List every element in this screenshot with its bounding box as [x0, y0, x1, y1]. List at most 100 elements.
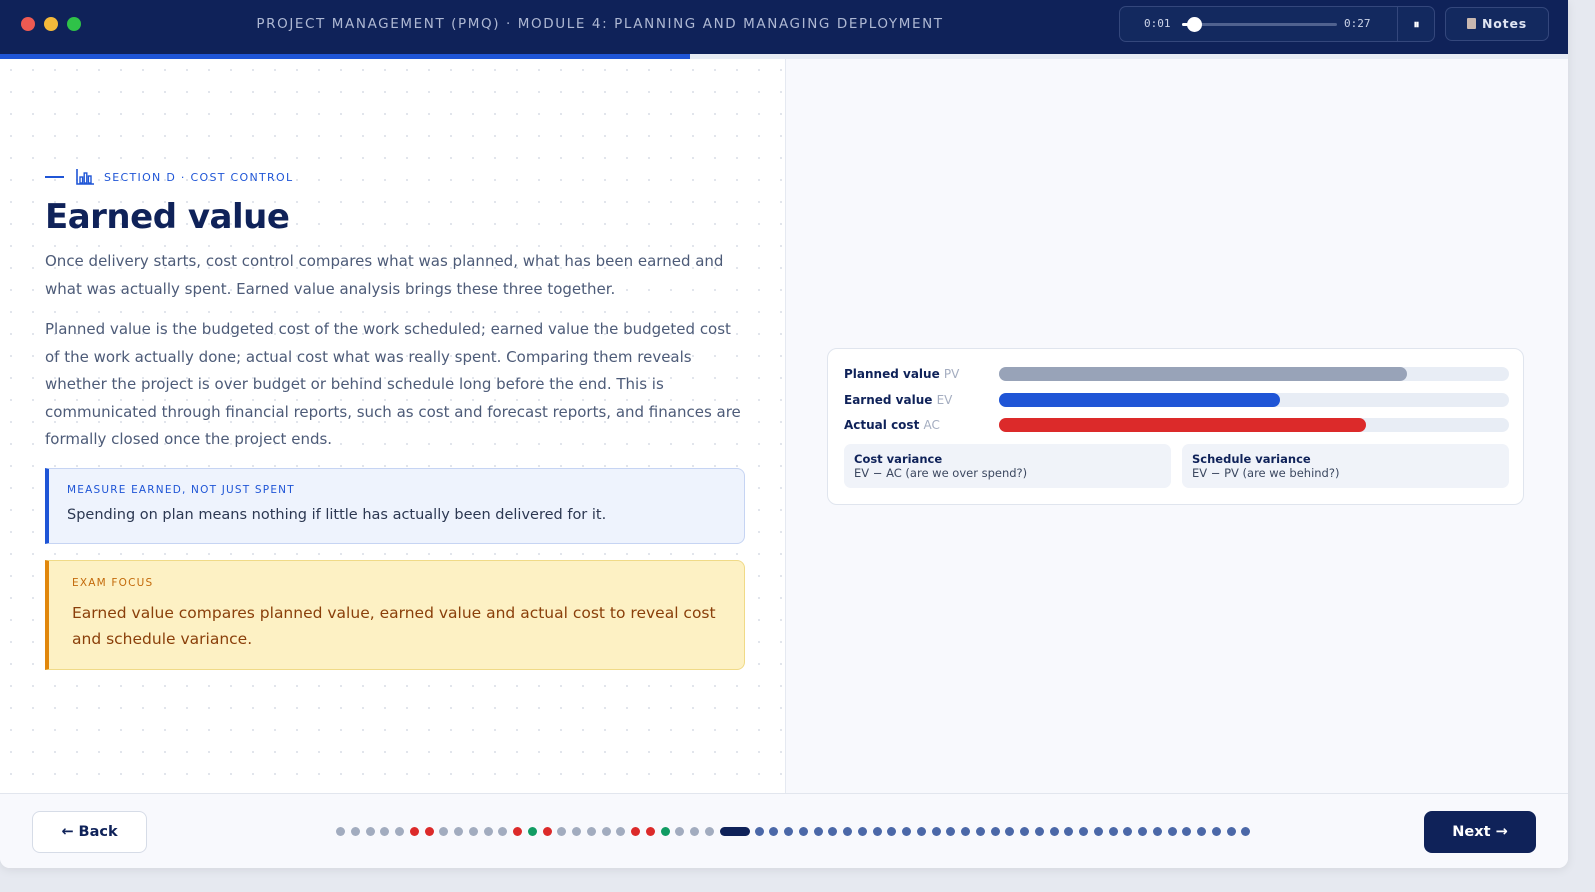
- pager-dot[interactable]: [631, 827, 640, 836]
- pager-dot[interactable]: [395, 827, 404, 836]
- notes-button[interactable]: Notes: [1445, 7, 1549, 41]
- exam-focus-text: Earned value compares planned value, ear…: [72, 604, 716, 648]
- audio-scrubber-track[interactable]: [1182, 23, 1337, 26]
- bar-chart-icon: [76, 169, 94, 185]
- pager-dot[interactable]: [1108, 827, 1118, 836]
- pager-dot[interactable]: [409, 827, 419, 836]
- bar-label-planned-value: Planned value PV: [844, 366, 959, 382]
- body-paragraph: Planned value is the budgeted cost of th…: [45, 320, 741, 448]
- pager-dot[interactable]: [365, 827, 375, 836]
- pager-dot[interactable]: [601, 827, 611, 836]
- pager-dot[interactable]: [1241, 827, 1251, 836]
- total-time: 0:27: [1344, 17, 1371, 30]
- next-button[interactable]: Next →: [1424, 811, 1536, 853]
- pager-dot[interactable]: [1005, 827, 1015, 836]
- pager-dot[interactable]: [931, 827, 941, 836]
- pager-dot[interactable]: [961, 827, 970, 836]
- pager-dot-current[interactable]: [719, 827, 750, 836]
- pause-icon: ⏸: [1413, 17, 1420, 31]
- pager-dot[interactable]: [527, 827, 537, 836]
- pager-dot[interactable]: [887, 827, 897, 836]
- bar-label-earned-value: Earned value EV: [844, 392, 952, 408]
- pager-dot[interactable]: [616, 827, 626, 836]
- pager-dot[interactable]: [843, 827, 852, 836]
- pager-dot[interactable]: [872, 827, 882, 836]
- app-window: Project Management (PMQ) · Module 4: Pla…: [0, 0, 1568, 868]
- bar-row-planned-value: Planned value PV: [844, 366, 1509, 382]
- lesson-content-panel: Section D · Cost control Earned value On…: [0, 59, 785, 793]
- pager-dot[interactable]: [1034, 827, 1044, 836]
- bar-abbreviation: EV: [936, 393, 953, 407]
- section-eyebrow: Section D · Cost control: [45, 167, 293, 187]
- pager-dot[interactable]: [1167, 827, 1177, 836]
- tip-callout: Measure earned, not just spent Spending …: [45, 468, 745, 544]
- pager-dot[interactable]: [336, 827, 345, 836]
- pager-dot[interactable]: [798, 827, 808, 836]
- pager-dot[interactable]: [1138, 827, 1147, 836]
- pager-dot[interactable]: [586, 827, 596, 836]
- intro-paragraph: Once delivery starts, cost control compa…: [45, 252, 724, 298]
- pager-dot[interactable]: [1064, 827, 1074, 836]
- cost-variance-box: Cost variance EV − AC (are we over spend…: [844, 444, 1171, 488]
- pager-dot[interactable]: [784, 827, 793, 836]
- pager-dot[interactable]: [645, 827, 655, 836]
- pager-dot[interactable]: [690, 827, 699, 836]
- pager-dot[interactable]: [902, 827, 911, 836]
- pager-dot[interactable]: [754, 827, 764, 836]
- bar-category: Earned value: [844, 393, 933, 407]
- pager-dot[interactable]: [1079, 827, 1088, 836]
- exam-focus-label: Exam focus: [72, 577, 154, 589]
- schedule-variance-box: Schedule variance EV − PV (are we behind…: [1182, 444, 1509, 488]
- pager-dot[interactable]: [439, 827, 449, 836]
- bar-category: Actual cost: [844, 418, 920, 432]
- pager-dot[interactable]: [483, 827, 493, 836]
- bar-actual-cost: [999, 418, 1367, 432]
- pager-dot[interactable]: [704, 827, 714, 836]
- pager-dot[interactable]: [1226, 827, 1236, 836]
- pager-dot[interactable]: [946, 827, 956, 836]
- audio-scrubber-thumb[interactable]: [1187, 17, 1203, 32]
- pager-dot[interactable]: [1182, 827, 1192, 836]
- pager-dot[interactable]: [572, 827, 581, 836]
- pause-button[interactable]: ⏸: [1397, 7, 1435, 41]
- pager-dot[interactable]: [542, 827, 552, 836]
- visual-panel: Planned value PV Earned value EV Actual …: [785, 59, 1568, 793]
- pager-dot[interactable]: [424, 827, 434, 836]
- pager-dot[interactable]: [513, 827, 522, 836]
- notes-label: Notes: [1482, 16, 1527, 31]
- pager-dot[interactable]: [828, 827, 838, 836]
- notes-page-icon: [1467, 18, 1477, 29]
- pager-dot[interactable]: [975, 827, 985, 836]
- exam-focus-callout: Exam focus Earned value compares planned…: [45, 560, 745, 670]
- pager-dot[interactable]: [675, 827, 685, 836]
- pager-dot[interactable]: [380, 827, 390, 836]
- pager-dot[interactable]: [454, 827, 463, 836]
- pager-dot[interactable]: [769, 827, 779, 836]
- pager-dot[interactable]: [660, 827, 670, 836]
- current-time: 0:01: [1144, 17, 1171, 30]
- pager-dot[interactable]: [557, 827, 567, 836]
- pager-dot[interactable]: [813, 827, 823, 836]
- tip-callout-text: Spending on plan means nothing if little…: [67, 507, 607, 523]
- pager-dot[interactable]: [1049, 827, 1059, 836]
- pager-dot[interactable]: [1123, 827, 1133, 836]
- pager-dot[interactable]: [916, 827, 926, 836]
- schedule-variance-title: Schedule variance: [1192, 452, 1311, 466]
- back-button[interactable]: ← Back: [32, 811, 147, 853]
- pager-dot[interactable]: [990, 827, 1000, 836]
- schedule-variance-formula: EV − PV (are we behind?): [1192, 466, 1340, 480]
- pager-dot[interactable]: [468, 827, 478, 836]
- pager-dot[interactable]: [350, 827, 360, 836]
- navigation-footer: ← Back Next →: [0, 793, 1568, 868]
- pager-dot[interactable]: [1197, 827, 1206, 836]
- cost-variance-title: Cost variance: [854, 452, 943, 466]
- pager-dot[interactable]: [1020, 827, 1029, 836]
- earned-value-chart-card: Planned value PV Earned value EV Actual …: [827, 348, 1524, 505]
- bar-track: [999, 367, 1509, 381]
- pager-dot[interactable]: [857, 827, 867, 836]
- pager-dot[interactable]: [1152, 827, 1162, 836]
- pager-dot[interactable]: [1211, 827, 1221, 836]
- pager-dot[interactable]: [1093, 827, 1103, 836]
- bar-category: Planned value: [844, 367, 940, 381]
- pager-dot[interactable]: [498, 827, 508, 836]
